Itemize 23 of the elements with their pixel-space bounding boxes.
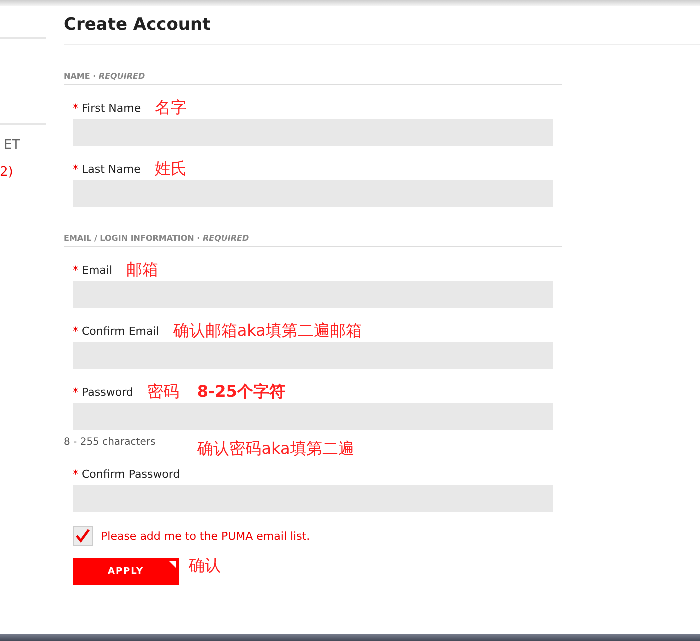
annotation: 密码 <box>147 382 180 402</box>
page-title: Create Account <box>64 15 700 45</box>
hint-text: 8 - 255 characters <box>64 437 156 448</box>
annotation: 邮箱 <box>126 260 159 280</box>
apply-button[interactable]: APPLY <box>73 558 179 585</box>
section-heading: EMAIL / LOGIN INFORMATION · REQUIRED <box>64 234 562 247</box>
annotation: 确认密码aka填第二遍 <box>198 439 354 460</box>
annotation: 姓氏 <box>154 158 187 180</box>
annotation: 确认 <box>189 556 221 577</box>
checkbox[interactable] <box>73 526 93 546</box>
field-label: * Last Name <box>73 162 141 176</box>
field-label: * Password <box>73 386 134 398</box>
field-label: * Confirm Email <box>73 324 160 338</box>
annotation: 8-25个字符 <box>197 382 286 402</box>
field-label: * First Name <box>73 102 142 114</box>
field-label: * Email <box>73 264 113 276</box>
checkbox-label: Please add me to the PUMA email list. <box>101 530 310 542</box>
sidebar-text: ET <box>3 138 22 155</box>
sidebar-text: 2) <box>0 165 14 182</box>
annotation: 名字 <box>155 98 188 118</box>
section-heading: NAME · REQUIRED <box>64 72 562 85</box>
annotation: 确认邮箱aka填第二遍邮箱 <box>173 320 362 342</box>
field-label: * Confirm Password <box>73 468 180 480</box>
